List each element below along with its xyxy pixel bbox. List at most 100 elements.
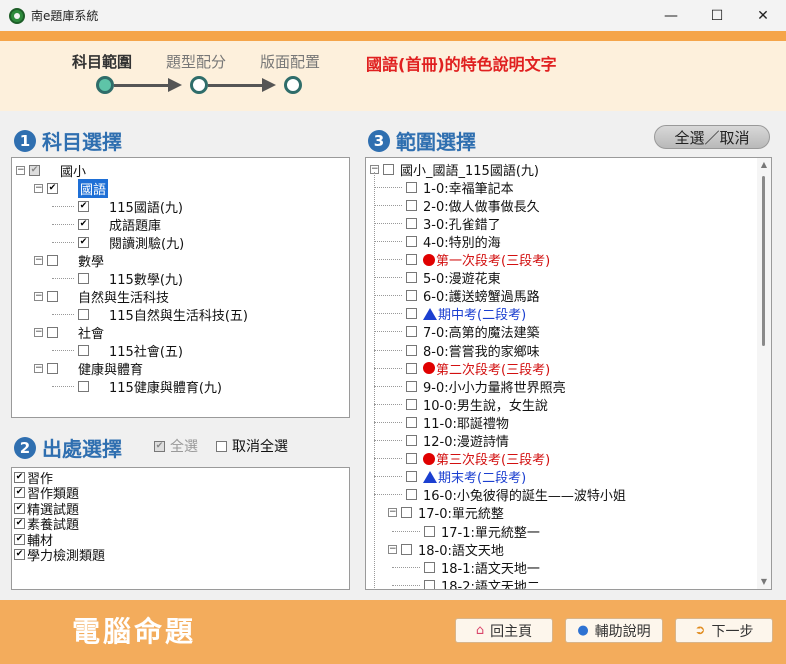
range-tree-item[interactable]: 第三次段考(三段考)	[374, 450, 550, 468]
range-tree-item[interactable]: 4-0:特別的海	[374, 232, 501, 251]
range-tree-item[interactable]: 17-1:單元統整一	[392, 522, 540, 541]
scroll-up-arrow-icon[interactable]: ▲	[757, 158, 771, 172]
range-tree[interactable]: ▲ ▼ − 國小_國語_115國語(九) 1-0:幸福筆記本 2-0:做人做事做長久 3…	[365, 157, 772, 590]
subject-checkbox[interactable]	[47, 254, 58, 266]
range-checkbox[interactable]	[406, 272, 417, 284]
collapse-toggle-icon[interactable]: −	[34, 291, 43, 301]
help-button[interactable]: ● 輔助說明	[565, 618, 663, 643]
range-checkbox[interactable]	[406, 217, 417, 229]
range-checkbox[interactable]	[406, 489, 417, 501]
subject-tree-item[interactable]: − 國小	[16, 161, 86, 180]
source-list[interactable]: 習作習作類題精選試題素養試題輔材學力檢測類題	[11, 467, 350, 590]
subject-checkbox[interactable]	[78, 308, 89, 320]
range-checkbox[interactable]	[406, 326, 417, 338]
range-checkbox[interactable]	[401, 543, 412, 555]
range-tree-item[interactable]: 6-0:護送螃蟹過馬路	[374, 287, 540, 305]
source-checkbox[interactable]	[14, 533, 25, 545]
subject-tree-item[interactable]: 115數學(九)	[52, 269, 183, 288]
subject-checkbox[interactable]	[78, 236, 89, 248]
close-button[interactable]: ✕	[740, 0, 786, 31]
range-checkbox[interactable]	[424, 561, 435, 573]
select-all-sources-option[interactable]: 全選	[154, 436, 198, 456]
subject-tree-item[interactable]: 115自然與生活科技(五)	[52, 305, 248, 324]
range-scrollbar[interactable]: ▲ ▼	[757, 158, 771, 589]
subject-checkbox[interactable]	[47, 290, 58, 302]
range-checkbox[interactable]	[401, 507, 412, 519]
range-checkbox[interactable]	[406, 235, 417, 247]
subject-checkbox[interactable]	[78, 218, 89, 230]
range-checkbox[interactable]	[406, 181, 417, 193]
range-tree-item[interactable]: 5-0:漫遊花東	[374, 269, 501, 287]
range-checkbox[interactable]	[406, 471, 417, 483]
range-checkbox[interactable]	[406, 435, 417, 446]
subject-checkbox[interactable]	[78, 272, 89, 284]
subject-tree-item[interactable]: − 國語	[34, 178, 109, 198]
range-tree-item[interactable]: 16-0:小兔彼得的誕生——波特小姐	[374, 486, 626, 504]
deselect-all-sources-option[interactable]: 取消全選	[216, 436, 288, 456]
subject-tree-item[interactable]: 成語題庫	[52, 215, 161, 234]
source-checkbox[interactable]	[14, 471, 25, 483]
scroll-thumb[interactable]	[762, 176, 765, 346]
collapse-toggle-icon[interactable]: −	[34, 255, 43, 265]
range-checkbox[interactable]	[406, 453, 417, 465]
range-tree-item[interactable]: 12-0:漫遊詩情	[374, 432, 509, 450]
source-checkbox[interactable]	[14, 549, 25, 560]
range-tree-item[interactable]: − 18-0:語文天地	[374, 540, 504, 559]
range-tree-item[interactable]: 8-0:嘗嘗我的家鄉味	[374, 341, 540, 360]
range-tree-item[interactable]: 1-0:幸福筆記本	[374, 178, 514, 197]
range-tree-item[interactable]: 11-0:耶誕禮物	[374, 413, 509, 432]
subject-checkbox[interactable]	[78, 344, 89, 356]
range-tree-item[interactable]: 3-0:孔雀錯了	[374, 214, 501, 233]
next-step-button[interactable]: ➲ 下一步	[675, 618, 773, 643]
select-all-checkbox[interactable]	[154, 440, 165, 452]
range-tree-root[interactable]: − 國小_國語_115國語(九)	[370, 160, 539, 179]
source-item[interactable]: 學力檢測類題	[14, 547, 105, 564]
range-checkbox[interactable]	[406, 362, 417, 374]
range-checkbox[interactable]	[424, 579, 435, 589]
subject-tree-item[interactable]: − 數學	[34, 251, 104, 270]
subject-checkbox[interactable]	[47, 362, 58, 374]
range-tree-item[interactable]: 2-0:做人做事做長久	[374, 196, 540, 215]
collapse-toggle-icon[interactable]: −	[34, 363, 43, 373]
range-checkbox[interactable]	[406, 380, 417, 392]
collapse-toggle-icon[interactable]: −	[388, 508, 397, 518]
scroll-down-arrow-icon[interactable]: ▼	[757, 575, 771, 589]
source-checkbox[interactable]	[14, 502, 25, 514]
subject-tree-item[interactable]: − 自然與生活科技	[34, 287, 169, 306]
maximize-button[interactable]: ☐	[694, 0, 740, 31]
range-tree-item[interactable]: 9-0:小小力量將世界照亮	[374, 377, 566, 396]
range-tree-item[interactable]: 10-0:男生說，女生說	[374, 395, 548, 414]
range-checkbox[interactable]	[406, 290, 417, 302]
range-tree-item[interactable]: 期末考(二段考)	[374, 468, 526, 486]
range-tree-item[interactable]: 第二次段考(三段考)	[374, 359, 550, 378]
range-checkbox[interactable]	[424, 525, 435, 537]
range-checkbox[interactable]	[406, 254, 417, 265]
home-button[interactable]: ⌂ 回主頁	[455, 618, 553, 643]
range-tree-item[interactable]: 第一次段考(三段考)	[374, 251, 550, 269]
source-checkbox[interactable]	[14, 518, 25, 529]
minimize-button[interactable]: —	[648, 0, 694, 31]
toggle-select-all-button[interactable]: 全選／取消	[654, 125, 770, 149]
source-checkbox[interactable]	[14, 487, 25, 498]
range-tree-item[interactable]: 18-1:語文天地一	[392, 558, 540, 577]
range-tree-item[interactable]: 18-2:語文天地二	[392, 576, 540, 589]
collapse-toggle-icon[interactable]: −	[34, 327, 43, 337]
range-checkbox[interactable]	[383, 163, 394, 175]
subject-tree-item[interactable]: − 社會	[34, 323, 104, 342]
range-checkbox[interactable]	[406, 398, 417, 410]
range-tree-item[interactable]: 7-0:高第的魔法建築	[374, 323, 540, 341]
subject-tree-item[interactable]: 115國語(九)	[52, 197, 183, 216]
deselect-all-checkbox[interactable]	[216, 440, 227, 452]
subject-checkbox[interactable]	[78, 200, 89, 212]
subject-checkbox[interactable]	[29, 164, 40, 176]
collapse-toggle-icon[interactable]: −	[34, 183, 43, 193]
range-checkbox[interactable]	[406, 199, 417, 211]
collapse-toggle-icon[interactable]: −	[388, 544, 397, 554]
range-checkbox[interactable]	[406, 416, 417, 428]
subject-tree-item[interactable]: 閱讀測驗(九)	[52, 233, 184, 252]
range-tree-item[interactable]: − 17-0:單元統整	[374, 504, 504, 522]
subject-checkbox[interactable]	[47, 182, 58, 194]
range-checkbox[interactable]	[406, 344, 417, 356]
collapse-toggle-icon[interactable]: −	[16, 165, 25, 175]
subject-checkbox[interactable]	[78, 380, 89, 392]
